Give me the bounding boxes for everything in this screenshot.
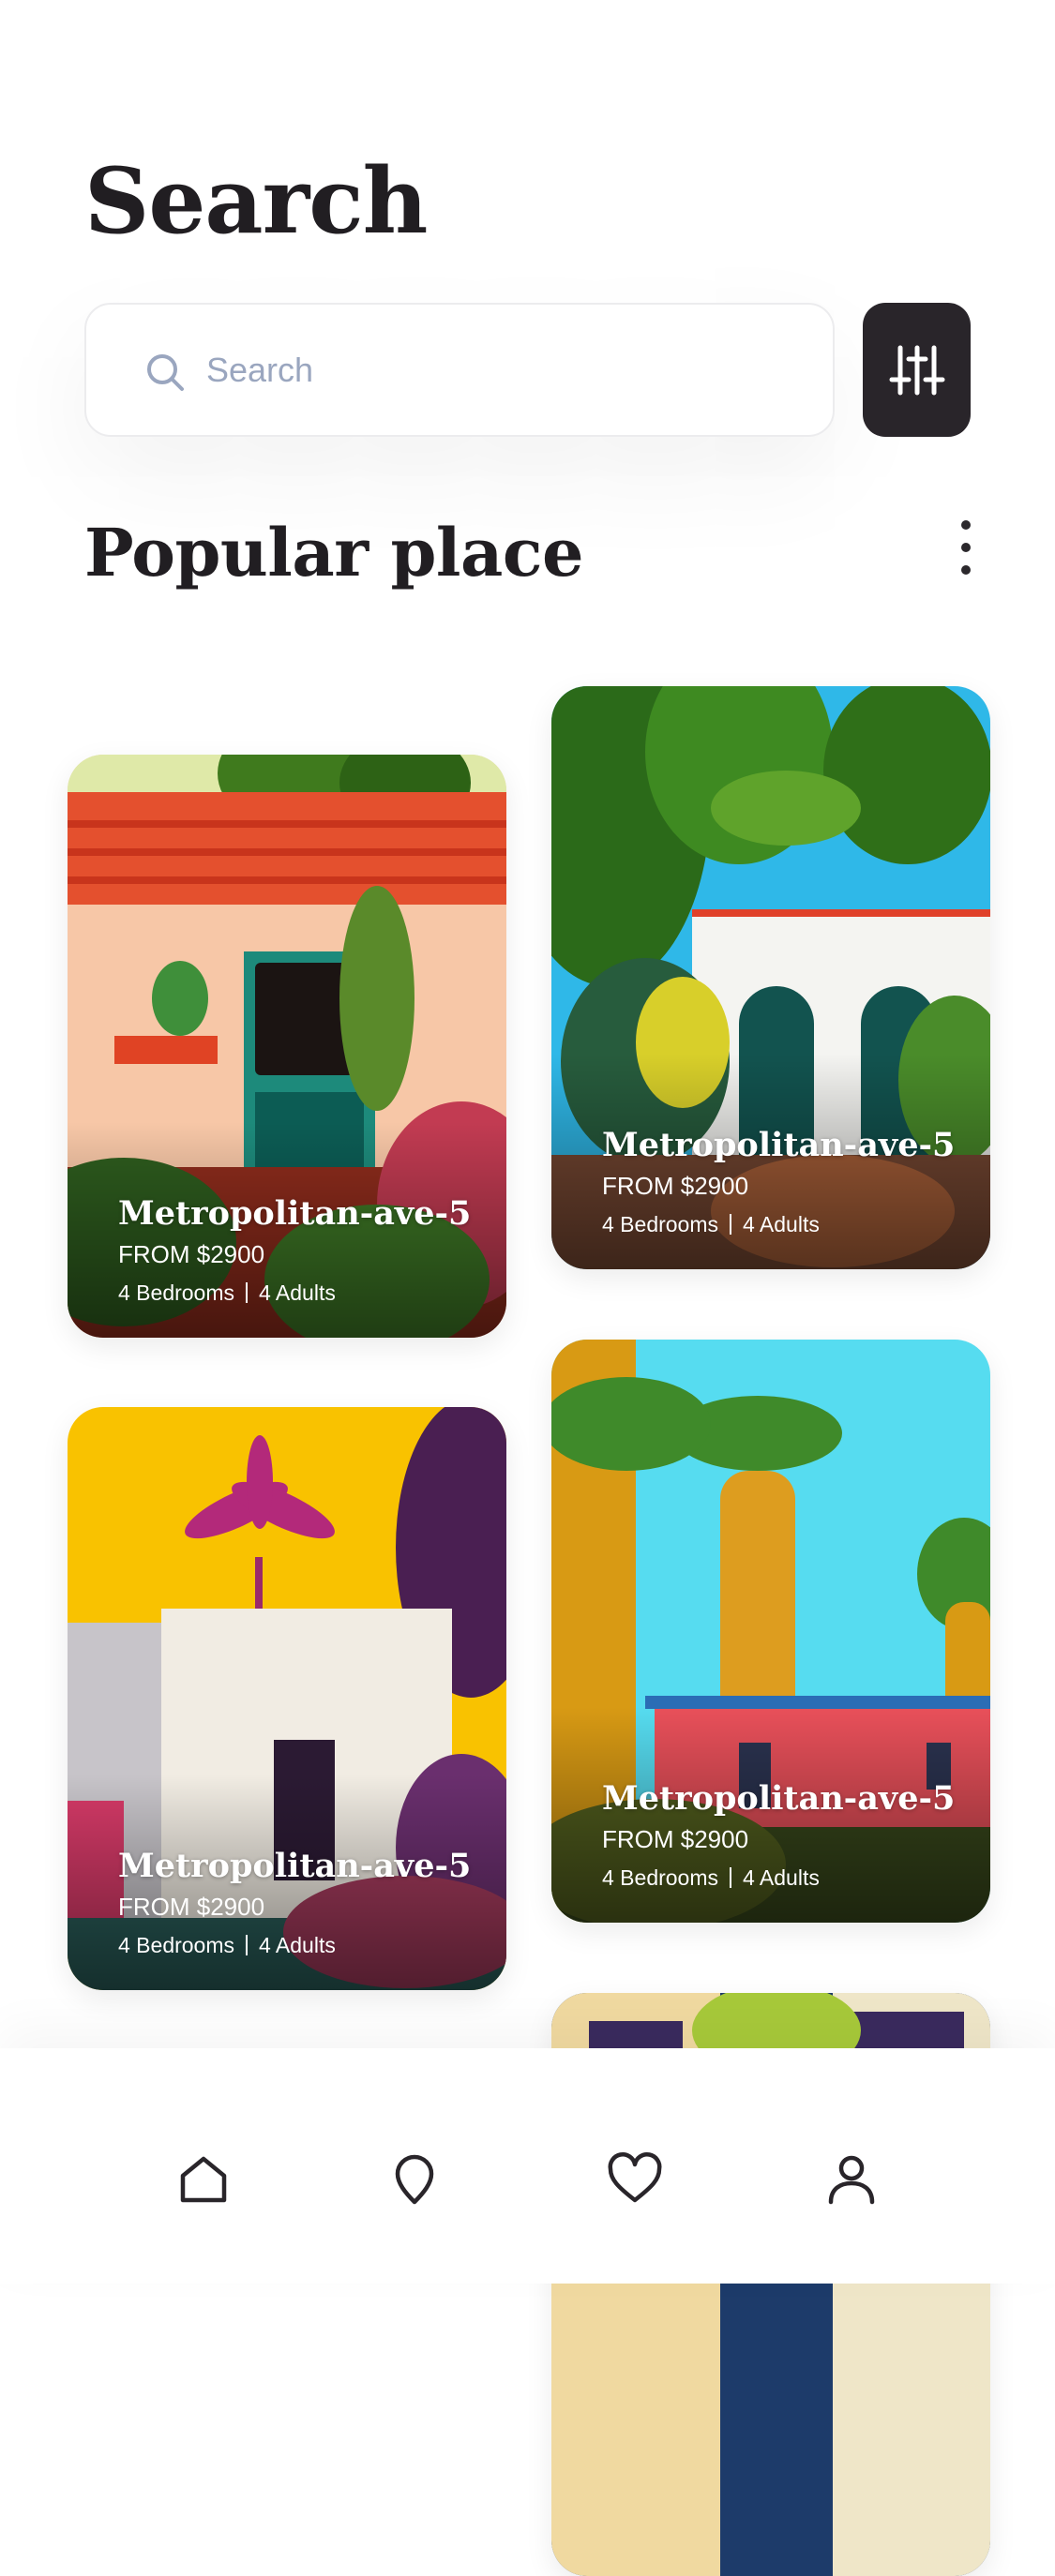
card-title: Metropolitan-ave-5 — [602, 1779, 956, 1818]
bedrooms-count: 4 Bedrooms — [602, 1865, 719, 1890]
card-details: 4 Bedrooms 4 Adults — [602, 1207, 955, 1241]
card-title: Metropolitan-ave-5 — [118, 1847, 472, 1885]
profile-icon — [828, 2155, 875, 2205]
bedrooms-count: 4 Bedrooms — [602, 1212, 719, 1236]
heart-icon — [608, 2152, 662, 2203]
card-price: FROM $2900 — [602, 1172, 749, 1200]
location-pin-icon — [395, 2154, 434, 2205]
place-card[interactable]: Metropolitan-ave-5 FROM $2900 4 Bedrooms… — [551, 686, 990, 1269]
adults-count: 4 Adults — [259, 1281, 336, 1305]
more-options-button[interactable] — [938, 514, 994, 581]
divider — [730, 1867, 732, 1888]
card-title: Metropolitan-ave-5 — [118, 1194, 472, 1233]
tab-home[interactable] — [157, 2133, 250, 2226]
adults-count: 4 Adults — [743, 1865, 820, 1890]
more-dot — [961, 543, 971, 552]
page-title: Search — [84, 148, 428, 254]
place-card[interactable]: Metropolitan-ave-5 FROM $2900 4 Bedrooms… — [68, 755, 506, 1338]
place-card[interactable]: Metropolitan-ave-5 FROM $2900 4 Bedrooms… — [551, 1340, 990, 1923]
bedrooms-count: 4 Bedrooms — [118, 1281, 235, 1305]
place-card[interactable]: Metropolitan-ave-5 FROM $2900 4 Bedrooms… — [68, 1407, 506, 1990]
home-icon — [180, 2156, 227, 2203]
card-info: Metropolitan-ave-5 FROM $2900 4 Bedrooms… — [118, 1193, 471, 1310]
card-details: 4 Bedrooms 4 Adults — [118, 1928, 471, 1962]
more-dot — [961, 565, 971, 575]
search-icon — [147, 354, 184, 391]
section-title: Popular place — [84, 514, 584, 592]
more-dot — [961, 520, 971, 530]
bedrooms-count: 4 Bedrooms — [118, 1933, 235, 1957]
divider — [246, 1935, 249, 1955]
adults-count: 4 Adults — [743, 1212, 820, 1236]
card-price: FROM $2900 — [602, 1825, 749, 1853]
card-details: 4 Bedrooms 4 Adults — [118, 1276, 471, 1310]
divider — [246, 1282, 249, 1303]
divider — [730, 1214, 732, 1235]
card-info: Metropolitan-ave-5 FROM $2900 4 Bedrooms… — [602, 1778, 955, 1895]
search-input[interactable] — [206, 305, 788, 435]
tab-bar — [0, 2048, 1055, 2284]
tab-favorites[interactable] — [588, 2133, 682, 2226]
sliders-icon — [889, 345, 944, 395]
card-info: Metropolitan-ave-5 FROM $2900 4 Bedrooms… — [118, 1846, 471, 1962]
card-price: FROM $2900 — [118, 1240, 265, 1268]
tab-profile[interactable] — [805, 2133, 898, 2226]
adults-count: 4 Adults — [259, 1933, 336, 1957]
search-bar[interactable] — [84, 303, 835, 437]
tab-location[interactable] — [368, 2133, 461, 2226]
card-details: 4 Bedrooms 4 Adults — [602, 1861, 955, 1895]
card-info: Metropolitan-ave-5 FROM $2900 4 Bedrooms… — [602, 1125, 955, 1241]
card-title: Metropolitan-ave-5 — [602, 1126, 956, 1164]
card-price: FROM $2900 — [118, 1893, 265, 1921]
filter-button[interactable] — [863, 303, 971, 437]
